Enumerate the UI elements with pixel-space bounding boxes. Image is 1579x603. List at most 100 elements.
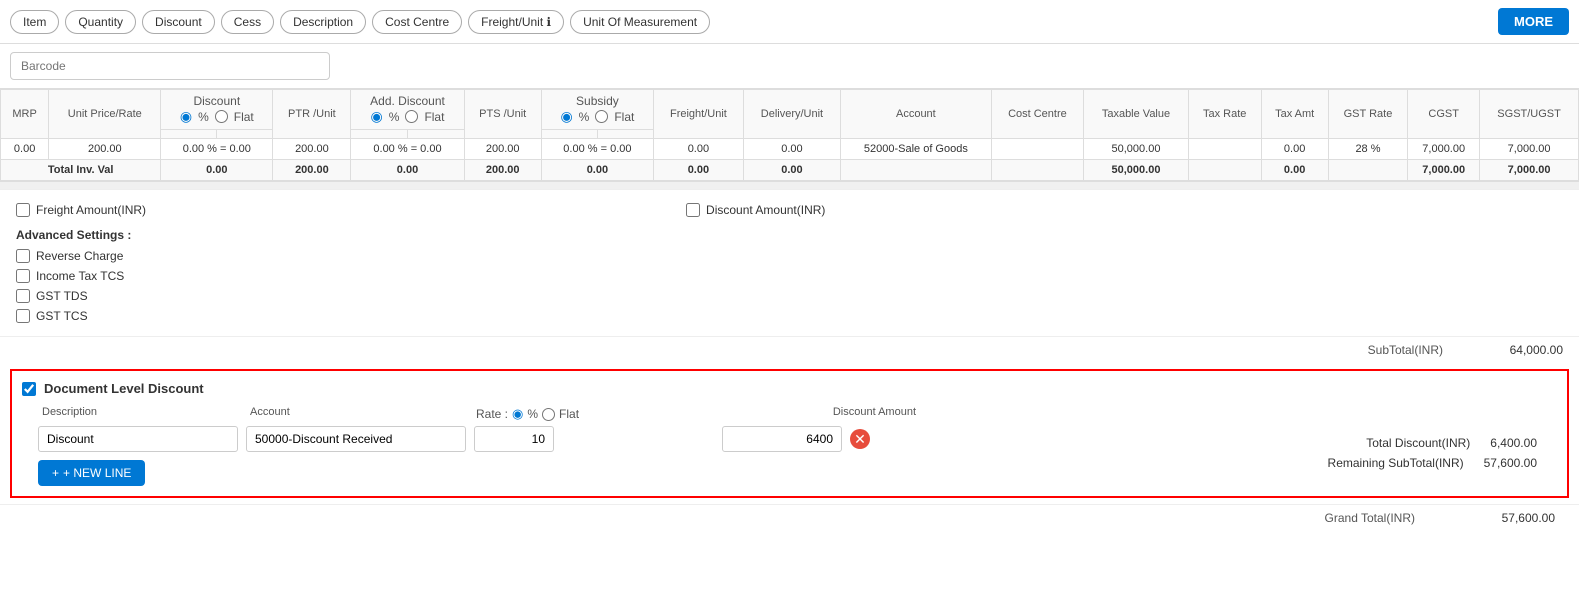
total-v5: 0.00 xyxy=(541,160,653,181)
advanced-settings-label: Advanced Settings : xyxy=(16,228,1563,242)
cell-gst-rate: 28 % xyxy=(1328,139,1408,160)
gst-tcs-checkbox[interactable] xyxy=(16,309,30,323)
col-add-discount: Add. Discount ◉ % Flat xyxy=(351,90,464,130)
col-tax-amt: Tax Amt xyxy=(1261,90,1328,139)
discount-amount-input[interactable] xyxy=(722,426,842,452)
discount-account-input[interactable] xyxy=(246,426,466,452)
cell-pts: 200.00 xyxy=(464,139,541,160)
options-section: Freight Amount(INR) Discount Amount(INR)… xyxy=(0,189,1579,336)
discount-header: Document Level Discount xyxy=(22,381,1557,396)
tag-uom[interactable]: Unit Of Measurement xyxy=(570,10,710,34)
col-disc-amt-header: Discount Amount xyxy=(756,406,916,422)
col-sub-pct xyxy=(541,130,597,139)
gst-tds-label: GST TDS xyxy=(36,289,88,303)
subtotal-label: SubTotal(INR) xyxy=(1368,343,1443,357)
cell-account: 52000-Sale of Goods xyxy=(841,139,992,160)
cell-taxable: 50,000.00 xyxy=(1084,139,1189,160)
total-discount-row: Total Discount(INR) 6,400.00 xyxy=(1257,436,1537,450)
discount-input-row: ✕ xyxy=(38,426,1257,452)
cell-discount: 0.00 % = 0.00 xyxy=(161,139,273,160)
total-cgst: 7,000.00 xyxy=(1408,160,1480,181)
total-gst-rate xyxy=(1328,160,1408,181)
col-mrp: MRP xyxy=(1,90,49,139)
col-cgst: CGST xyxy=(1408,90,1480,139)
subtotal-row: SubTotal(INR) 64,000.00 xyxy=(0,336,1579,363)
cell-tax-amt: 0.00 xyxy=(1261,139,1328,160)
gst-tds-checkbox[interactable] xyxy=(16,289,30,303)
discount-col-headers: Description Account Rate : ◉ % Flat Disc… xyxy=(38,406,1257,422)
col-account: Account xyxy=(841,90,992,139)
rate-flat-radio[interactable] xyxy=(542,408,555,421)
more-button[interactable]: MORE xyxy=(1498,8,1569,35)
col-cost-centre: Cost Centre xyxy=(991,90,1083,139)
cell-sgst: 7,000.00 xyxy=(1480,139,1579,160)
col-subsidy: Subsidy ◉ % Flat xyxy=(541,90,653,130)
new-line-label: + NEW LINE xyxy=(63,466,131,480)
tag-item[interactable]: Item xyxy=(10,10,59,34)
discount-summary: Total Discount(INR) 6,400.00 Remaining S… xyxy=(1257,406,1557,470)
advanced-checkboxes: Reverse Charge Income Tax TCS GST TDS GS… xyxy=(16,246,1563,326)
income-tax-tcs-item[interactable]: Income Tax TCS xyxy=(16,266,1563,286)
total-v6: 0.00 xyxy=(653,160,743,181)
tag-cess[interactable]: Cess xyxy=(221,10,274,34)
plus-icon: + xyxy=(52,466,59,480)
total-taxable: 50,000.00 xyxy=(1084,160,1189,181)
col-freight: Freight/Unit xyxy=(653,90,743,139)
gst-tcs-item[interactable]: GST TCS xyxy=(16,306,1563,326)
tag-freight[interactable]: Freight/Unit ℹ xyxy=(468,10,564,34)
cell-cost-centre xyxy=(991,139,1083,160)
remaining-subtotal-label: Remaining SubTotal(INR) xyxy=(1328,456,1464,470)
total-row: Total Inv. Val 0.00 200.00 0.00 200.00 0… xyxy=(1,160,1579,181)
discount-rate-input[interactable] xyxy=(474,426,554,452)
col-sgst: SGST/UGST xyxy=(1480,90,1579,139)
advanced-settings-section: Advanced Settings : Reverse Charge Incom… xyxy=(16,228,1563,326)
freight-amount-checkbox[interactable]: Freight Amount(INR) xyxy=(16,200,146,220)
freight-checkbox-input[interactable] xyxy=(16,203,30,217)
gst-tds-item[interactable]: GST TDS xyxy=(16,286,1563,306)
total-sgst: 7,000.00 xyxy=(1480,160,1579,181)
discount-amount-checkbox[interactable]: Discount Amount(INR) xyxy=(686,200,825,220)
discount-left: Description Account Rate : ◉ % Flat Disc… xyxy=(38,406,1257,486)
tag-description[interactable]: Description xyxy=(280,10,366,34)
cell-cgst: 7,000.00 xyxy=(1408,139,1480,160)
total-v1: 0.00 xyxy=(161,160,273,181)
discount-description-input[interactable] xyxy=(38,426,238,452)
table-section: MRP Unit Price/Rate Discount ◉ % Flat xyxy=(0,88,1579,181)
scroll-bar xyxy=(0,181,1579,189)
total-tax-rate xyxy=(1188,160,1261,181)
col-rate-header: Rate : ◉ % Flat xyxy=(472,406,752,422)
tag-discount[interactable]: Discount xyxy=(142,10,215,34)
grand-total-value: 57,600.00 xyxy=(1455,511,1555,525)
cell-unit-price: 200.00 xyxy=(49,139,161,160)
tag-quantity[interactable]: Quantity xyxy=(65,10,136,34)
total-v4: 200.00 xyxy=(464,160,541,181)
col-gst-rate: GST Rate xyxy=(1328,90,1408,139)
col-disc-pct xyxy=(161,130,217,139)
barcode-input[interactable] xyxy=(10,52,330,80)
col-acc-header: Account xyxy=(242,406,468,422)
total-v7: 0.00 xyxy=(743,160,840,181)
total-label: Total Inv. Val xyxy=(1,160,161,181)
discount-checkbox-input[interactable] xyxy=(686,203,700,217)
options-row: Freight Amount(INR) Discount Amount(INR) xyxy=(16,200,1563,220)
col-discount: Discount ◉ % Flat xyxy=(161,90,273,130)
reverse-charge-item[interactable]: Reverse Charge xyxy=(16,246,1563,266)
discount-rate-area xyxy=(474,426,714,452)
total-account xyxy=(841,160,992,181)
cell-mrp: 0.00 xyxy=(1,139,49,160)
col-desc-header: Description xyxy=(38,406,238,422)
new-line-button[interactable]: + + NEW LINE xyxy=(38,460,145,486)
col-adddisc-val xyxy=(408,130,465,139)
income-tax-tcs-label: Income Tax TCS xyxy=(36,269,124,283)
cell-subsidy: 0.00 % = 0.00 xyxy=(541,139,653,160)
cell-freight: 0.00 xyxy=(653,139,743,160)
cell-ptr: 200.00 xyxy=(273,139,351,160)
reverse-charge-checkbox[interactable] xyxy=(16,249,30,263)
remaining-subtotal-value: 57,600.00 xyxy=(1484,456,1537,470)
remove-discount-line-button[interactable]: ✕ xyxy=(850,429,870,449)
freight-amount-label: Freight Amount(INR) xyxy=(36,203,146,217)
income-tax-tcs-checkbox[interactable] xyxy=(16,269,30,283)
col-ptr: PTR /Unit xyxy=(273,90,351,139)
tag-cost-centre[interactable]: Cost Centre xyxy=(372,10,462,34)
document-level-discount-checkbox[interactable] xyxy=(22,382,36,396)
